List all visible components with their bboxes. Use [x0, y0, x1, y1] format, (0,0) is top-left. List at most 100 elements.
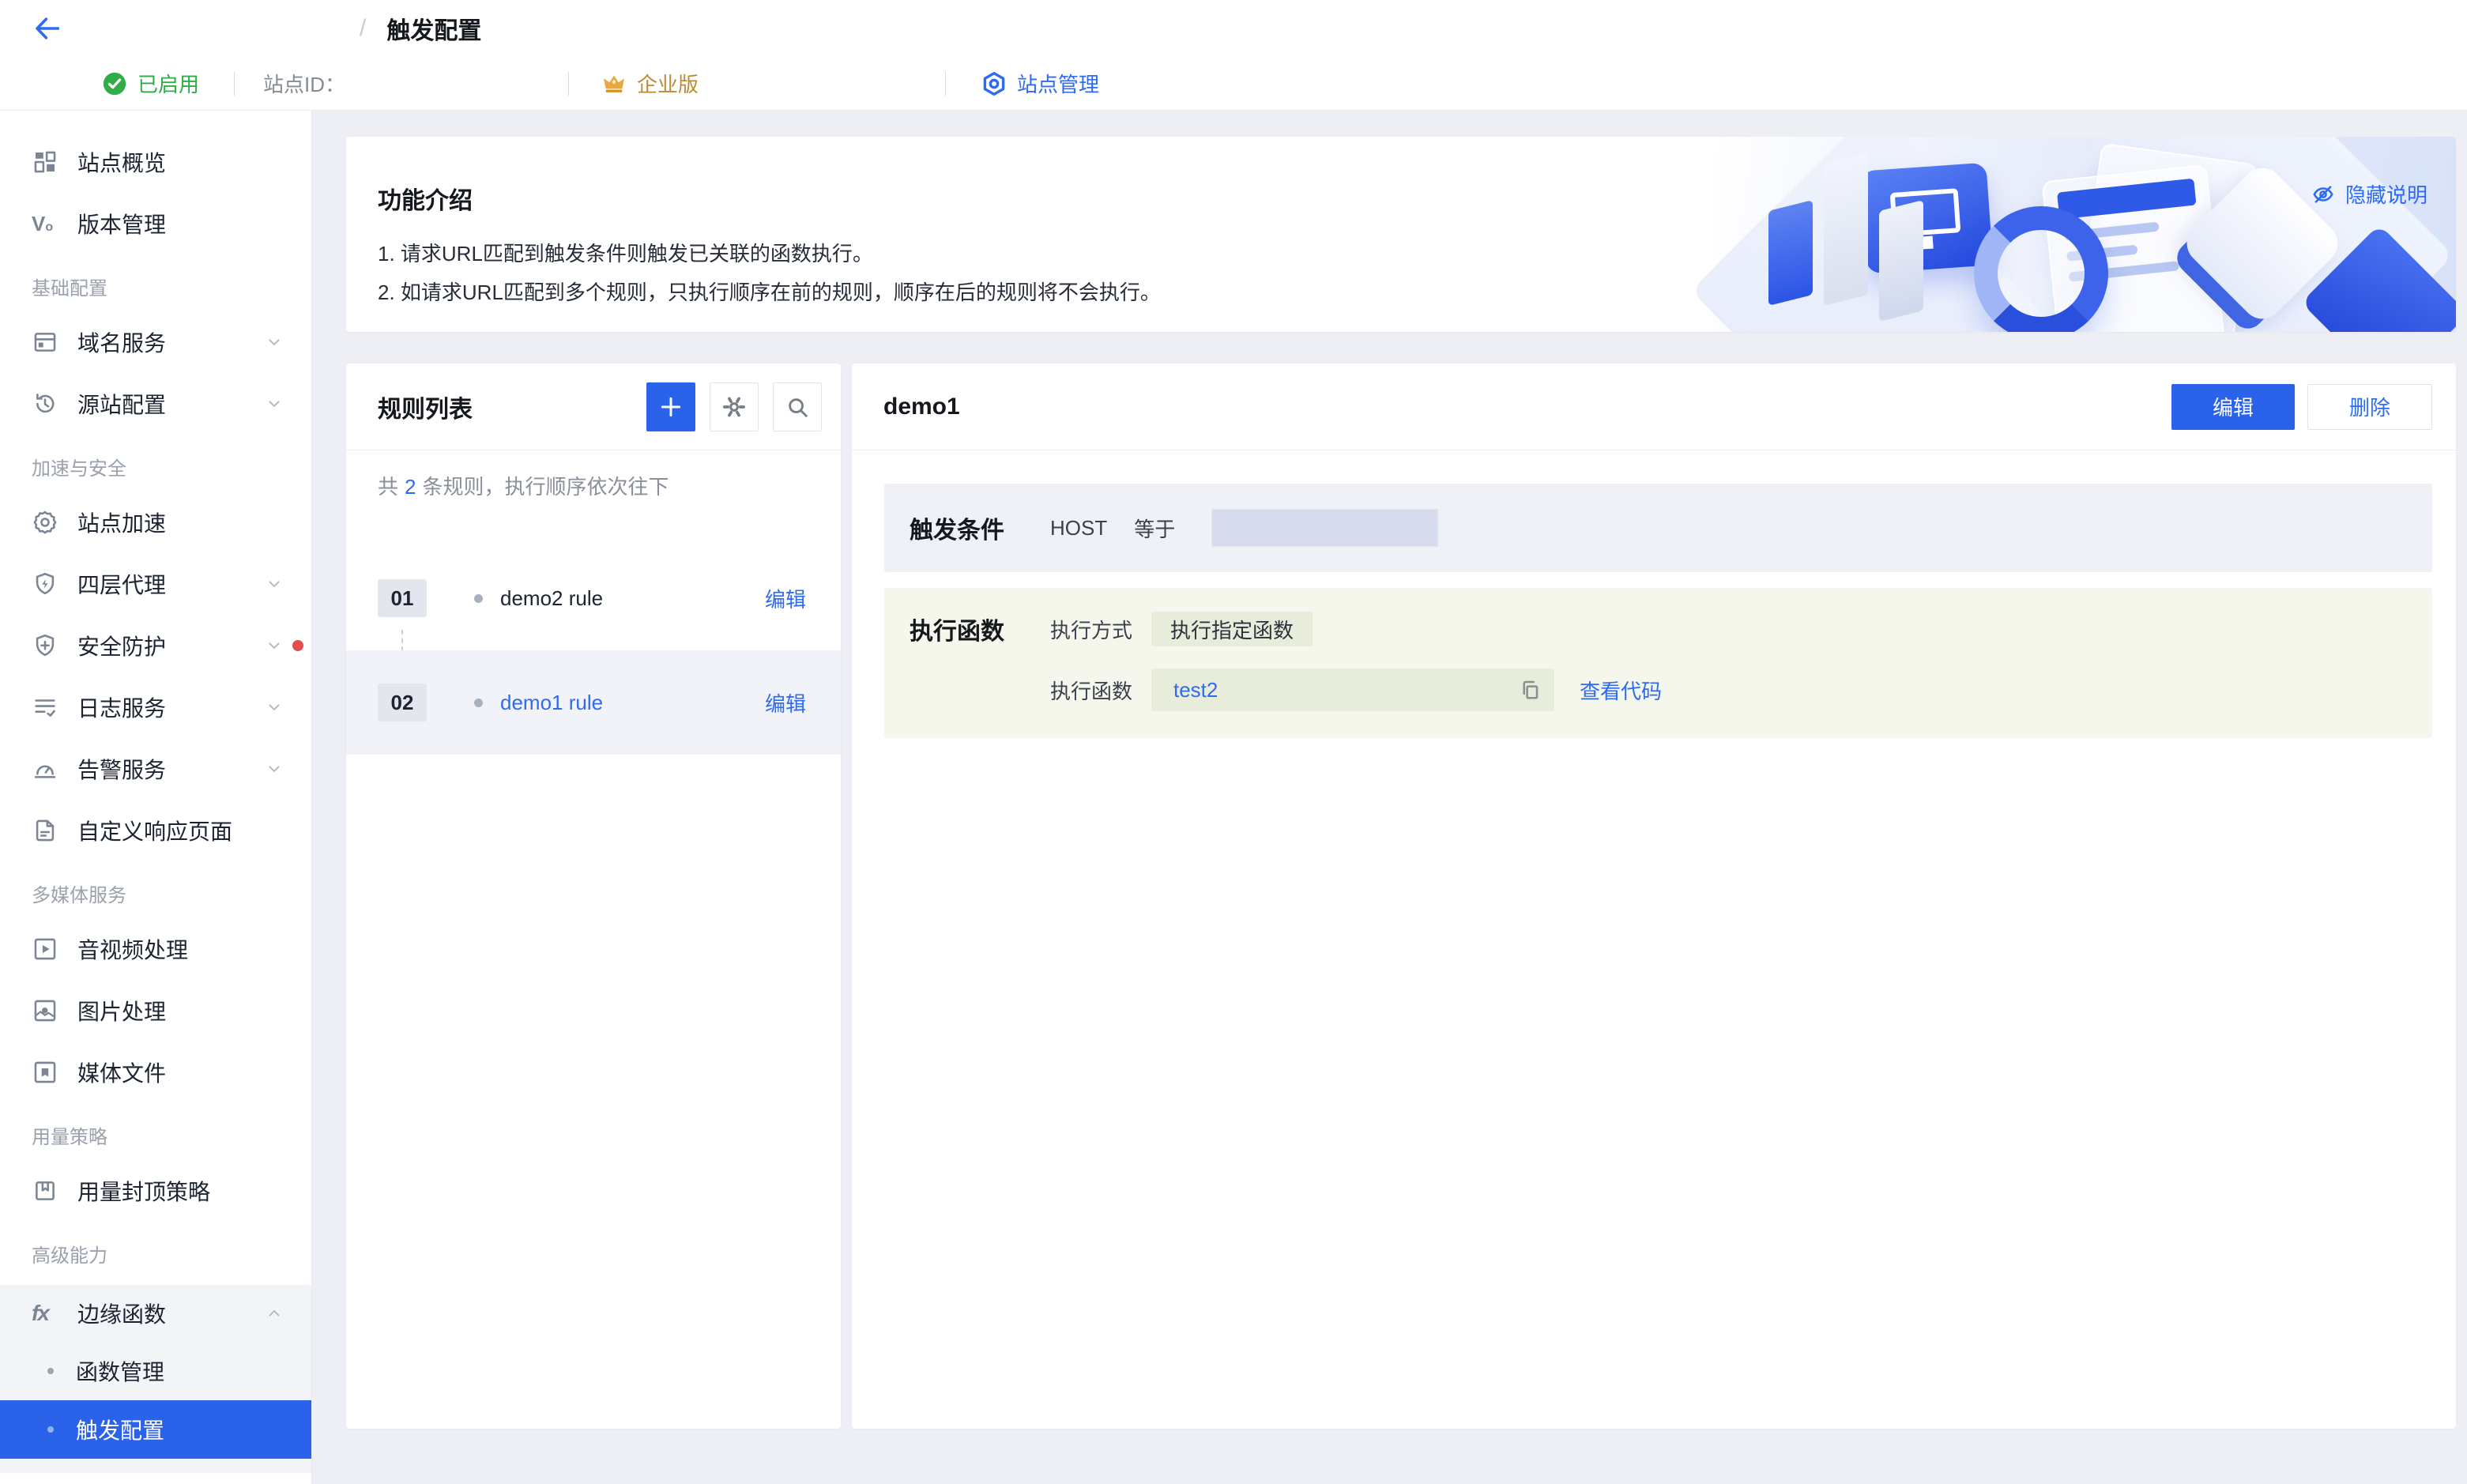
sidebar-item-日志服务[interactable]: 日志服务	[0, 676, 311, 738]
divider	[945, 72, 946, 96]
sidebar-item-四层代理[interactable]: 四层代理	[0, 553, 311, 615]
execute-function-section: 执行函数 执行方式 执行指定函数 执行函数 test2	[884, 588, 2432, 738]
back-button[interactable]	[32, 13, 63, 44]
image-icon	[32, 997, 58, 1024]
feature-intro-banner: 功能介绍 1. 请求URL匹配到触发条件则触发已关联的函数执行。 2. 如请求U…	[346, 137, 2456, 332]
sidebar-item-label: 域名服务	[77, 326, 166, 358]
site-id-label: 站点ID：	[263, 69, 345, 98]
view-code-link[interactable]: 查看代码	[1580, 676, 1662, 705]
sidebar-section-label: 高级能力	[0, 1222, 311, 1279]
edge-function-group: fx 边缘函数函数管理触发配置	[0, 1285, 311, 1473]
hide-description-label: 隐藏说明	[2345, 179, 2427, 209]
sidebar-item-域名服务[interactable]: 域名服务	[0, 311, 311, 373]
bullet-dot-icon	[47, 1368, 54, 1374]
acceleration-icon	[32, 509, 58, 536]
rule-search-button[interactable]	[773, 382, 822, 431]
search-icon	[784, 394, 811, 420]
trigger-config-page: { "colors": { "accent_blue": "#2b62ea", …	[0, 0, 2467, 1484]
eye-off-icon	[2311, 182, 2336, 207]
hide-description-link[interactable]: 隐藏说明	[2311, 179, 2427, 209]
execute-mode-value: 执行指定函数	[1151, 612, 1313, 646]
banner-illustration	[1713, 137, 2456, 332]
copy-icon[interactable]	[1518, 677, 1543, 702]
sidebar-item-label: 告警服务	[77, 753, 166, 785]
overview-icon	[32, 149, 58, 175]
site-manage-icon	[981, 70, 1008, 97]
sidebar-item-label: 站点加速	[77, 507, 166, 538]
rule-edit-link[interactable]: 编辑	[765, 584, 806, 613]
sidebar-item-站点加速[interactable]: 站点加速	[0, 492, 311, 553]
trigger-operator: 等于	[1134, 514, 1175, 543]
site-manage-link[interactable]: 站点管理	[981, 69, 1099, 98]
sidebar-item-label: 日志服务	[77, 691, 166, 723]
gear-icon	[721, 394, 748, 420]
sidebar-item-媒体文件[interactable]: 媒体文件	[0, 1041, 311, 1103]
chevron-down-icon[interactable]	[266, 395, 283, 412]
site-manage-label: 站点管理	[1017, 69, 1099, 98]
fx-icon: fx	[32, 1300, 58, 1327]
main-content: 功能介绍 1. 请求URL匹配到触发条件则触发已关联的函数执行。 2. 如请求U…	[313, 111, 2467, 1484]
sidebar-item-label: 媒体文件	[77, 1057, 166, 1088]
chevron-down-icon[interactable]	[266, 575, 283, 593]
sidebar-items: 站点概览Vo版本管理基础配置域名服务源站配置加速与安全站点加速四层代理安全防护日…	[0, 131, 311, 1473]
sidebar-item-label: 用量封顶策略	[77, 1175, 210, 1207]
rule-index-badge: 02	[378, 684, 427, 721]
function-value-box: test2	[1151, 669, 1554, 711]
sidebar-section-label: 基础配置	[0, 254, 311, 311]
edit-rule-button[interactable]: 编辑	[2171, 384, 2295, 430]
execute-func-label: 执行函数	[1050, 676, 1151, 705]
sidebar-item-label: 自定义响应页面	[77, 815, 232, 846]
execute-function-label: 执行函数	[910, 612, 1050, 646]
sidebar-item-源站配置[interactable]: 源站配置	[0, 373, 311, 435]
sidebar-item-用量封顶策略[interactable]: 用量封顶策略	[0, 1160, 311, 1222]
sidebar-item-label: 安全防护	[77, 630, 166, 661]
sidebar-subitem-label: 函数管理	[76, 1355, 164, 1387]
sidebar-item-安全防护[interactable]: 安全防护	[0, 615, 311, 676]
status-label: 已启用	[137, 69, 199, 98]
rule-list-title: 规则列表	[378, 390, 473, 424]
sidebar-subitem-触发配置[interactable]: 触发配置	[0, 1400, 311, 1459]
sidebar-item-label: 站点概览	[77, 146, 166, 178]
quota-icon	[32, 1177, 58, 1204]
rule-edit-link[interactable]: 编辑	[765, 688, 806, 718]
rule-settings-button[interactable]	[710, 382, 759, 431]
back-arrow-icon	[32, 13, 62, 43]
breadcrumb-separator: /	[360, 15, 366, 42]
av-icon	[32, 936, 58, 962]
delete-rule-button[interactable]: 删除	[2307, 384, 2432, 430]
sidebar-nav: 站点概览Vo版本管理基础配置域名服务源站配置加速与安全站点加速四层代理安全防护日…	[0, 111, 312, 1484]
breadcrumb: / 触发配置	[360, 11, 481, 46]
sidebar-item-音视频处理[interactable]: 音视频处理	[0, 918, 311, 980]
rule-row-01[interactable]: 01demo2 rule编辑	[346, 546, 841, 650]
sidebar-item-label: 边缘函数	[77, 1298, 166, 1329]
sidebar-item-图片处理[interactable]: 图片处理	[0, 980, 311, 1041]
function-name-link[interactable]: test2	[1173, 678, 1218, 702]
chevron-down-icon[interactable]	[266, 333, 283, 351]
chevron-up-icon[interactable]	[266, 1305, 283, 1322]
plan-label: 企业版	[637, 69, 699, 98]
chevron-down-icon[interactable]	[266, 637, 283, 654]
sidebar-item-label: 源站配置	[77, 388, 166, 420]
page-title: 触发配置	[386, 11, 481, 46]
rule-name[interactable]: demo2 rule	[500, 586, 619, 611]
rule-name[interactable]: demo1 rule	[500, 691, 619, 715]
sidebar-item-站点概览[interactable]: 站点概览	[0, 131, 311, 193]
sidebar-item-告警服务[interactable]: 告警服务	[0, 738, 311, 800]
rule-row-02[interactable]: 02 demo1 rule 编辑	[346, 650, 841, 755]
domain-icon	[32, 329, 58, 356]
sidebar-subitem-函数管理[interactable]: 函数管理	[0, 1342, 311, 1400]
sidebar-section-label: 多媒体服务	[0, 861, 311, 918]
sidebar-item-边缘函数[interactable]: fx 边缘函数	[0, 1285, 311, 1342]
sidebar-item-版本管理[interactable]: Vo 版本管理	[0, 193, 311, 254]
rule-count: 2	[405, 475, 416, 499]
add-rule-button[interactable]	[646, 382, 695, 431]
sidebar-item-自定义响应页面[interactable]: 自定义响应页面	[0, 800, 311, 861]
illustration-magnifier	[1974, 206, 2108, 332]
plus-icon	[657, 394, 684, 420]
rule-list-panel: 规则列表 共2条规则，执行顺序依次往下 01demo	[346, 363, 841, 1429]
sidebar-item-label: 版本管理	[77, 208, 166, 239]
chevron-down-icon[interactable]	[266, 760, 283, 778]
chevron-down-icon[interactable]	[266, 699, 283, 716]
version-icon: Vo	[32, 210, 58, 237]
trigger-field: HOST	[1050, 516, 1107, 540]
